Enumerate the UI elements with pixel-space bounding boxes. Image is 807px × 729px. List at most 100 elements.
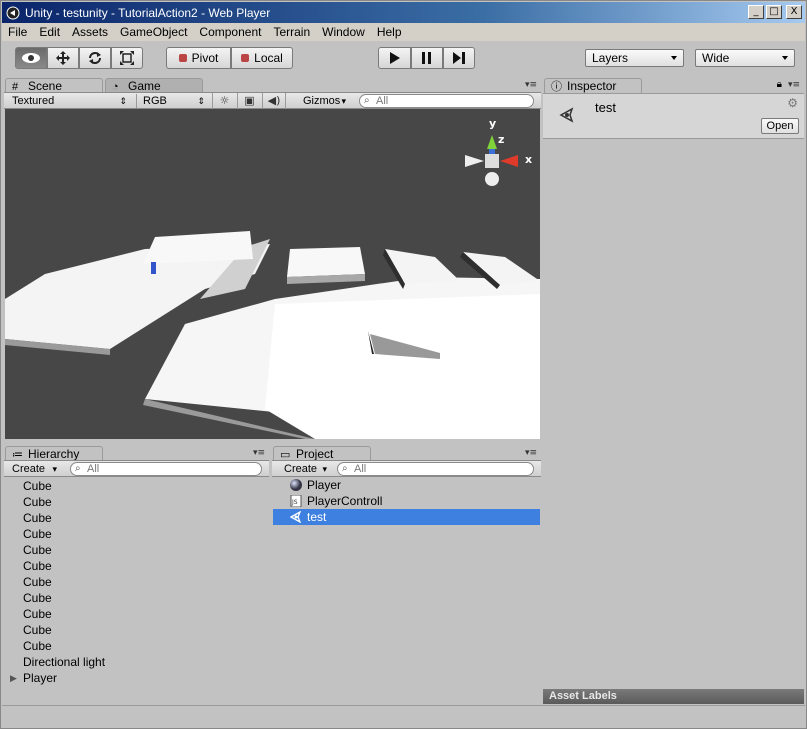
updown-arrow-icon: ⇕ bbox=[119, 96, 127, 106]
unity-logo-icon bbox=[5, 5, 21, 21]
scene-search-input[interactable]: ⌕ All bbox=[359, 94, 534, 108]
inspector-object-name: test bbox=[595, 100, 616, 115]
scale-tool-button[interactable] bbox=[111, 47, 143, 69]
pivot-label: Pivot bbox=[191, 51, 219, 65]
menu-gameobject[interactable]: GameObject bbox=[114, 25, 193, 39]
list-item[interactable]: Cube bbox=[5, 622, 268, 638]
list-item-player[interactable]: ▶ Player bbox=[5, 670, 268, 686]
lighting-toggle[interactable]: ☼ bbox=[212, 93, 236, 109]
list-item[interactable]: test bbox=[273, 509, 540, 525]
list-item[interactable]: Directional light bbox=[5, 654, 268, 670]
project-toolbar: Create ▾ ⌕ All bbox=[272, 460, 541, 477]
axis-z-label: z bbox=[498, 133, 505, 146]
status-bar bbox=[2, 705, 805, 727]
maximize-button[interactable]: □ bbox=[766, 5, 782, 19]
move-tool-button[interactable] bbox=[47, 47, 79, 69]
expand-arrow-icon[interactable]: ▶ bbox=[10, 670, 17, 686]
list-item[interactable]: Player bbox=[273, 477, 540, 493]
project-search-input[interactable]: ⌕ All bbox=[337, 462, 534, 476]
list-item[interactable]: Cube bbox=[5, 478, 268, 494]
step-icon bbox=[453, 52, 465, 64]
eye-icon bbox=[22, 53, 40, 63]
menu-file[interactable]: File bbox=[2, 25, 33, 39]
menu-help[interactable]: Help bbox=[371, 25, 408, 39]
menu-component[interactable]: Component bbox=[193, 25, 267, 39]
list-item[interactable]: Cube bbox=[5, 494, 268, 510]
playback-controls bbox=[378, 47, 475, 69]
list-item[interactable]: Cube bbox=[5, 606, 268, 622]
info-icon: ⓘ bbox=[551, 81, 562, 93]
list-item[interactable]: JS PlayerControll bbox=[273, 493, 540, 509]
player-capsule[interactable] bbox=[151, 262, 156, 274]
rotate-tool-button[interactable] bbox=[79, 47, 111, 69]
panel-menu-icon[interactable]: ▾≡ bbox=[525, 80, 537, 90]
gizmos-dropdown[interactable]: Gizmos ▾ bbox=[297, 94, 349, 108]
list-item[interactable]: Cube bbox=[5, 526, 268, 542]
list-item-label: Player bbox=[307, 478, 342, 492]
chevron-down-icon: ▾ bbox=[322, 464, 327, 474]
move-icon bbox=[56, 51, 70, 65]
local-button[interactable]: Local bbox=[231, 47, 293, 69]
close-button[interactable]: X bbox=[786, 5, 802, 19]
create-label: Create bbox=[284, 463, 318, 475]
menu-terrain[interactable]: Terrain bbox=[267, 25, 316, 39]
panel-menu-icon[interactable]: ▾≡ bbox=[253, 448, 265, 458]
menu-assets[interactable]: Assets bbox=[66, 25, 114, 39]
gear-icon[interactable]: ⚙ bbox=[787, 96, 798, 110]
hierarchy-list: Cube Cube Cube Cube Cube Cube Cube Cube … bbox=[5, 478, 268, 686]
hierarchy-tabs: ≔ Hierarchy ▾≡ bbox=[4, 444, 269, 462]
project-panel: ▭ Project ▾≡ Create ▾ ⌕ All Player JS Pl… bbox=[272, 444, 541, 704]
gizmos-label: Gizmos bbox=[303, 95, 341, 107]
menu-edit[interactable]: Edit bbox=[33, 25, 66, 39]
list-item[interactable]: Cube bbox=[5, 558, 268, 574]
title-bar: Unity - testunity - TutorialAction2 - We… bbox=[2, 2, 805, 23]
asset-labels-bar[interactable]: Asset Labels bbox=[543, 689, 804, 704]
audio-toggle[interactable]: ◀) bbox=[262, 93, 286, 109]
panel-menu-icon[interactable]: ▾≡ bbox=[525, 448, 537, 458]
list-item[interactable]: Cube bbox=[5, 510, 268, 526]
project-tabs: ▭ Project ▾≡ bbox=[272, 444, 541, 462]
project-create-dropdown[interactable]: Create ▾ bbox=[278, 462, 330, 476]
play-button[interactable] bbox=[378, 47, 411, 69]
scene-tabs: # Scene ◔ Game ▾≡ bbox=[4, 76, 541, 94]
hierarchy-toolbar: Create ▾ ⌕ All bbox=[4, 460, 269, 477]
search-icon: ⌕ bbox=[342, 463, 348, 474]
rotate-icon bbox=[89, 52, 101, 64]
scene-orientation-gizmo[interactable]: y z x bbox=[460, 117, 540, 197]
menu-window[interactable]: Window bbox=[316, 25, 371, 39]
minimize-button[interactable]: _ bbox=[748, 5, 764, 19]
hierarchy-create-dropdown[interactable]: Create ▾ bbox=[6, 462, 60, 476]
sun-icon: ☼ bbox=[219, 94, 230, 107]
layout-dropdown[interactable]: Wide bbox=[695, 49, 795, 67]
step-shape bbox=[385, 249, 460, 284]
render-mode-dropdown[interactable]: Textured ⇕ bbox=[6, 94, 130, 108]
list-item[interactable]: Cube bbox=[5, 542, 268, 558]
step-button[interactable] bbox=[443, 47, 475, 69]
scene-viewport[interactable]: y z x bbox=[5, 109, 540, 439]
view-tool-button[interactable] bbox=[15, 47, 47, 69]
list-item[interactable]: Cube bbox=[5, 638, 268, 654]
pause-icon bbox=[422, 52, 431, 64]
tab-inspector[interactable]: ⓘ Inspector bbox=[544, 78, 642, 94]
project-list: Player JS PlayerControll test bbox=[273, 477, 540, 525]
inspector-tabs: ⓘ Inspector 🔒︎ ▾≡ bbox=[543, 76, 804, 94]
list-item[interactable]: Cube bbox=[5, 590, 268, 606]
layers-dropdown[interactable]: Layers bbox=[585, 49, 684, 67]
list-item-label: PlayerControll bbox=[307, 494, 383, 508]
image-toggle[interactable]: ▣ bbox=[237, 93, 261, 109]
list-item[interactable]: Cube bbox=[5, 574, 268, 590]
menu-bar: File Edit Assets GameObject Component Te… bbox=[2, 23, 805, 41]
color-mode-dropdown[interactable]: RGB ⇕ bbox=[136, 94, 208, 108]
window-controls: _ □ X bbox=[748, 5, 802, 19]
pivot-icon bbox=[178, 54, 187, 62]
lock-icon[interactable]: 🔒︎ bbox=[777, 79, 782, 90]
hierarchy-search-input[interactable]: ⌕ All bbox=[70, 462, 262, 476]
open-button[interactable]: Open bbox=[761, 118, 799, 134]
window-title: Unity - testunity - TutorialAction2 - We… bbox=[25, 5, 271, 20]
pause-button[interactable] bbox=[411, 47, 443, 69]
image-icon: ▣ bbox=[244, 94, 255, 107]
inspector-panel: ⓘ Inspector 🔒︎ ▾≡ test ⚙ Open Asset Labe… bbox=[543, 76, 804, 704]
tab-hierarchy-label: Hierarchy bbox=[28, 447, 80, 461]
pivot-button[interactable]: Pivot bbox=[166, 47, 231, 69]
panel-menu-icon[interactable]: ▾≡ bbox=[788, 80, 800, 90]
